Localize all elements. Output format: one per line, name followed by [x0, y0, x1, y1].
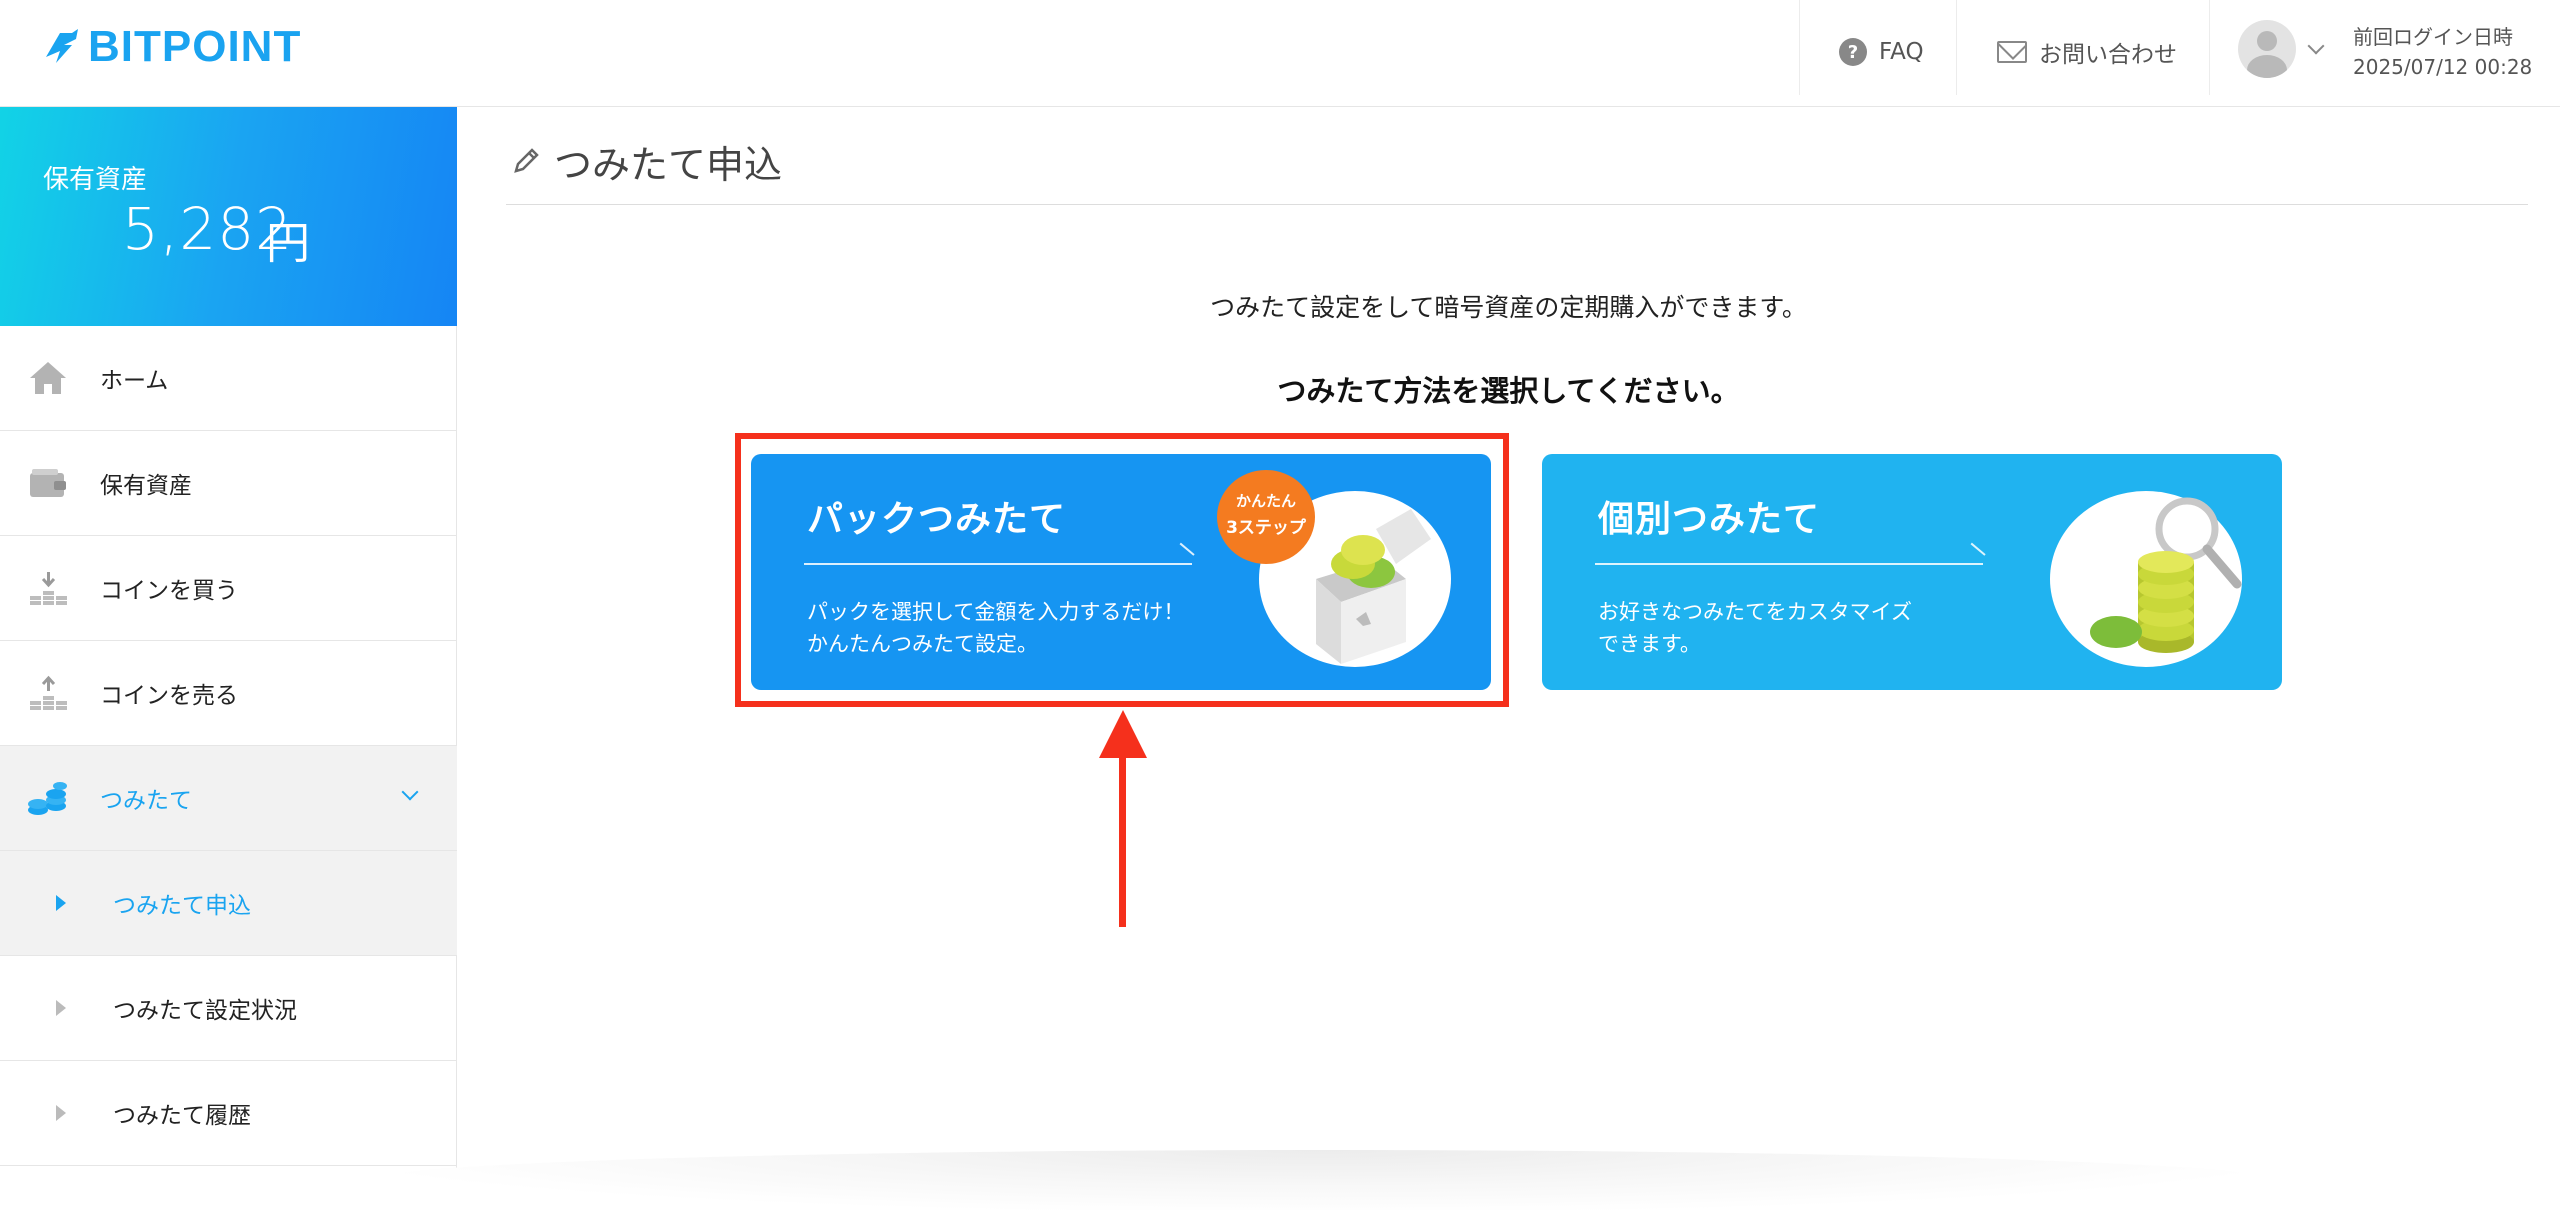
chevron-down-icon[interactable]	[401, 783, 419, 801]
last-login-time: 2025/07/12 00:28	[2353, 55, 2533, 79]
chevron-down-icon[interactable]	[2307, 37, 2325, 55]
bottom-shadow	[372, 1150, 2272, 1210]
question-circle-icon: ?	[1839, 38, 1867, 66]
arrow-up-icon	[1099, 710, 1147, 758]
asset-unit: 円	[266, 218, 310, 269]
contact-link[interactable]: お問い合わせ	[1997, 0, 2177, 104]
header-divider	[2209, 0, 2210, 95]
caret-right-icon	[56, 1000, 66, 1016]
sidebar-item-label: ホーム	[100, 368, 169, 394]
intro-text: つみたて設定をして暗号資産の定期購入ができます。	[1210, 293, 1807, 322]
sidebar-subitem-label: つみたて申込	[113, 893, 251, 919]
highlight-box	[735, 433, 1509, 707]
sidebar-item-label: 保有資産	[100, 473, 192, 499]
caret-right-icon	[56, 895, 66, 911]
sidebar-subitem-apply[interactable]: つみたて申込	[0, 851, 457, 956]
mail-icon	[1997, 41, 2027, 63]
faq-label: FAQ	[1879, 39, 1924, 65]
sidebar: 保有資産 5,282 円 ホーム 保有資産 コインを買う コインを売る つみたて…	[0, 107, 457, 1199]
bitpoint-logo[interactable]: BITPOINT	[42, 22, 301, 72]
sidebar-item-sell-coin[interactable]: コインを売る	[0, 641, 457, 746]
top-header: BITPOINT ? FAQ お問い合わせ 前回ログイン日時 2025/07/1…	[0, 0, 2560, 107]
sidebar-item-label: つみたて	[100, 788, 192, 814]
sidebar-subitem-label: つみたて履歴	[113, 1103, 251, 1129]
sidebar-item-buy-coin[interactable]: コインを買う	[0, 536, 457, 641]
faq-link[interactable]: ? FAQ	[1839, 0, 1924, 104]
wallet-icon	[30, 469, 66, 497]
user-avatar[interactable]	[2238, 20, 2296, 78]
individual-tsumitate-card[interactable]: 個別つみたて お好きなつみたてをカスタマイズ できます。	[1542, 454, 2282, 690]
buy-coin-icon	[30, 572, 67, 605]
arrow-shaft	[1119, 755, 1126, 927]
header-divider	[1956, 0, 1957, 95]
arrow-line-icon	[1595, 563, 1983, 565]
sidebar-item-label: コインを買う	[100, 578, 238, 604]
card-desc-line: できます。	[1598, 632, 1701, 656]
sidebar-item-home[interactable]: ホーム	[0, 326, 457, 431]
sidebar-subitem-history[interactable]: つみたて履歴	[0, 1061, 457, 1166]
logo-text: BITPOINT	[88, 22, 302, 71]
sidebar-subitem-settings-status[interactable]: つみたて設定状況	[0, 956, 457, 1061]
select-prompt: つみたて方法を選択してください。	[1277, 374, 1740, 408]
home-icon	[30, 362, 66, 394]
page-title: つみたて申込	[554, 143, 783, 187]
sell-coin-icon	[30, 675, 67, 710]
card-desc-line: お好きなつみたてをカスタマイズ	[1598, 600, 1912, 624]
contact-label: お問い合わせ	[2039, 42, 2177, 68]
bird-logo-icon	[46, 29, 78, 63]
card-description: お好きなつみたてをカスタマイズ できます。	[1598, 596, 1912, 660]
coins-stack-icon	[28, 782, 67, 815]
page-header: つみたて申込	[506, 122, 2528, 205]
caret-right-icon	[56, 1105, 66, 1121]
last-login-label: 前回ログイン日時	[2353, 25, 2513, 49]
card-title: 個別つみたて	[1598, 499, 1821, 540]
sidebar-item-tsumitate[interactable]: つみたて	[0, 746, 457, 851]
asset-summary-panel[interactable]: 保有資産 5,282 円	[0, 107, 457, 326]
asset-label: 保有資産	[43, 165, 148, 195]
header-divider	[1799, 0, 1800, 95]
coins-magnifier-illustration	[2090, 497, 2242, 653]
sidebar-item-label: コインを売る	[100, 683, 238, 709]
sidebar-item-assets[interactable]: 保有資産	[0, 431, 457, 536]
last-login-info: 前回ログイン日時 2025/07/12 00:28	[2353, 22, 2532, 82]
pencil-icon	[514, 148, 539, 173]
sidebar-subitem-label: つみたて設定状況	[113, 998, 297, 1024]
